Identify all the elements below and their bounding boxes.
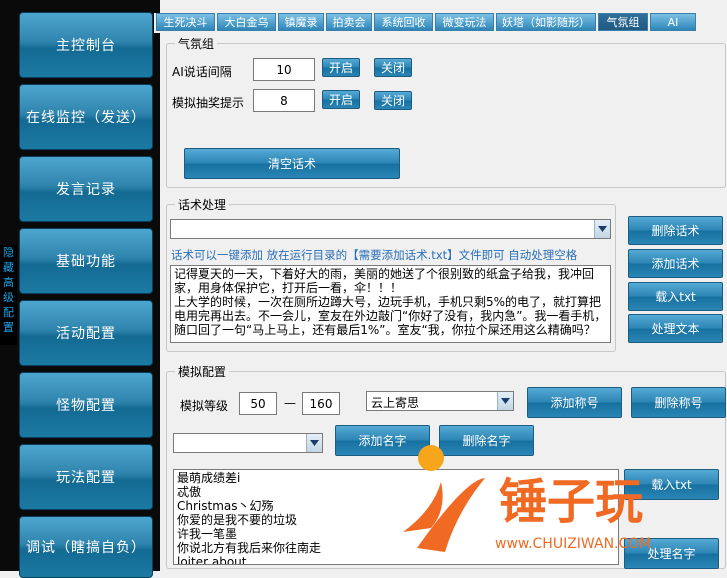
- sim-level-label: 模拟等级: [180, 399, 229, 413]
- tab-golden-crow[interactable]: 大白金乌: [217, 13, 276, 31]
- nav-chat-log[interactable]: 发言记录: [19, 156, 153, 222]
- load-names-txt-button[interactable]: 载入txt: [624, 469, 719, 500]
- lottery-tip-off-button[interactable]: 关闭: [374, 91, 412, 110]
- hidden-config-char: 藏: [3, 261, 14, 274]
- nav-debug[interactable]: 调试（瞎搞自负）: [19, 516, 153, 578]
- tab-auction[interactable]: 拍卖会: [326, 13, 372, 31]
- hidden-config-char: 高: [3, 276, 14, 289]
- talk-line: 记得夏天的一天，下着好大的雨，美丽的她送了个很别致的纸盒子给我，我冲回家，用身体…: [174, 267, 595, 295]
- chevron-down-icon[interactable]: [594, 220, 610, 238]
- nav-online-monitor[interactable]: 在线监控（发送）: [19, 84, 153, 150]
- ai-interval-input[interactable]: 10: [253, 58, 315, 81]
- ai-interval-off-button[interactable]: 关闭: [374, 58, 412, 77]
- name-line: loiter about: [177, 555, 247, 565]
- name-line: Christmas丶幻殇: [177, 499, 274, 513]
- nav-basic-functions[interactable]: 基础功能: [19, 228, 153, 294]
- nav-activity-config[interactable]: 活动配置: [19, 300, 153, 366]
- chevron-down-icon[interactable]: [497, 392, 513, 410]
- tab-demon-tower[interactable]: 妖塔（如影随形）: [496, 13, 596, 31]
- clear-talk-button[interactable]: 清空话术: [184, 148, 400, 179]
- sim-level-dash: —: [284, 396, 296, 410]
- name-line: 许我一笔墨: [177, 527, 238, 541]
- lottery-tip-label: 模拟抽奖提示: [172, 96, 245, 110]
- hidden-config-char: 隐: [3, 246, 14, 259]
- process-names-button[interactable]: 处理名字: [624, 538, 719, 569]
- talk-line: 上大学的时候，一次在厕所边蹲大号，边玩手机，手机只剩5%的电了，就打算把电用完再…: [174, 295, 607, 337]
- hidden-config-char: 级: [3, 291, 14, 304]
- atmosphere-group-title: 气氛组: [175, 35, 218, 52]
- tab-demon-record[interactable]: 镇魔录: [278, 13, 324, 31]
- nav-monster-config[interactable]: 怪物配置: [19, 372, 153, 438]
- name-line: 忒傲: [177, 485, 202, 499]
- tab-life-death-duel[interactable]: 生死决斗: [156, 13, 215, 31]
- delete-title-button[interactable]: 删除称号: [631, 387, 726, 418]
- tab-atmosphere-group[interactable]: 气氛组: [598, 13, 648, 31]
- delete-name-button[interactable]: 删除名字: [439, 425, 534, 456]
- add-talk-button[interactable]: 添加话术: [628, 249, 723, 278]
- sim-group-title: 模拟配置: [175, 363, 230, 380]
- sim-level-max-input[interactable]: 160: [302, 392, 340, 415]
- ai-interval-label: AI说话间隔: [172, 65, 232, 79]
- tab-system-recycle[interactable]: 系统回收: [374, 13, 433, 31]
- hidden-config-char: 配: [3, 306, 14, 319]
- sim-name-combo[interactable]: [173, 433, 323, 453]
- ai-interval-on-button[interactable]: 开启: [322, 58, 360, 77]
- tab-micro-gameplay[interactable]: 微变玩法: [435, 13, 494, 31]
- sim-level-min-input[interactable]: 50: [239, 392, 277, 415]
- hidden-config-char: 置: [3, 321, 14, 334]
- nav-gameplay-config[interactable]: 玩法配置: [19, 444, 153, 510]
- sim-names-textarea[interactable]: 最萌成绩差i 忒傲 Christmas丶幻殇 你爱的是我不要的垃圾 许我一笔墨 …: [173, 469, 619, 565]
- nav-main-console[interactable]: 主控制台: [19, 12, 153, 78]
- name-line: 你爱的是我不要的垃圾: [177, 513, 298, 527]
- load-txt-button[interactable]: 载入txt: [628, 282, 723, 311]
- lottery-tip-on-button[interactable]: 开启: [322, 90, 360, 109]
- lottery-tip-input[interactable]: 8: [253, 89, 315, 112]
- delete-talk-button[interactable]: 删除话术: [628, 216, 723, 245]
- talk-note: 话术可以一键添加 放在运行目录的【需要添加话术.txt】文件即可 自动处理空格: [171, 248, 578, 262]
- name-line: 最萌成绩差i: [177, 471, 241, 485]
- chevron-down-icon[interactable]: [306, 434, 322, 452]
- talk-group-title: 话术处理: [175, 196, 230, 213]
- tab-bar: 生死决斗 大白金乌 镇魔录 拍卖会 系统回收 微变玩法 妖塔（如影随形） 气氛组…: [154, 13, 727, 33]
- talk-combo[interactable]: [170, 219, 611, 239]
- sim-title-combo-value: 云上寄思: [371, 396, 420, 410]
- left-nav: 主控制台 在线监控（发送） 发言记录 基础功能 活动配置 怪物配置 玩法配置 调…: [0, 0, 160, 578]
- add-name-button[interactable]: 添加名字: [335, 425, 430, 456]
- name-line: 你说北方有我后来你往南走: [177, 541, 322, 555]
- process-text-button[interactable]: 处理文本: [628, 314, 723, 343]
- tab-ai[interactable]: AI: [650, 13, 696, 31]
- add-title-button[interactable]: 添加称号: [527, 387, 622, 418]
- talk-content-textarea[interactable]: 记得夏天的一天，下着好大的雨，美丽的她送了个很别致的纸盒子给我，我冲回家，用身体…: [170, 265, 611, 343]
- sim-title-combo[interactable]: 云上寄思: [366, 391, 514, 411]
- hidden-advanced-config-toggle[interactable]: 隐 藏 高 级 配 置: [0, 245, 17, 345]
